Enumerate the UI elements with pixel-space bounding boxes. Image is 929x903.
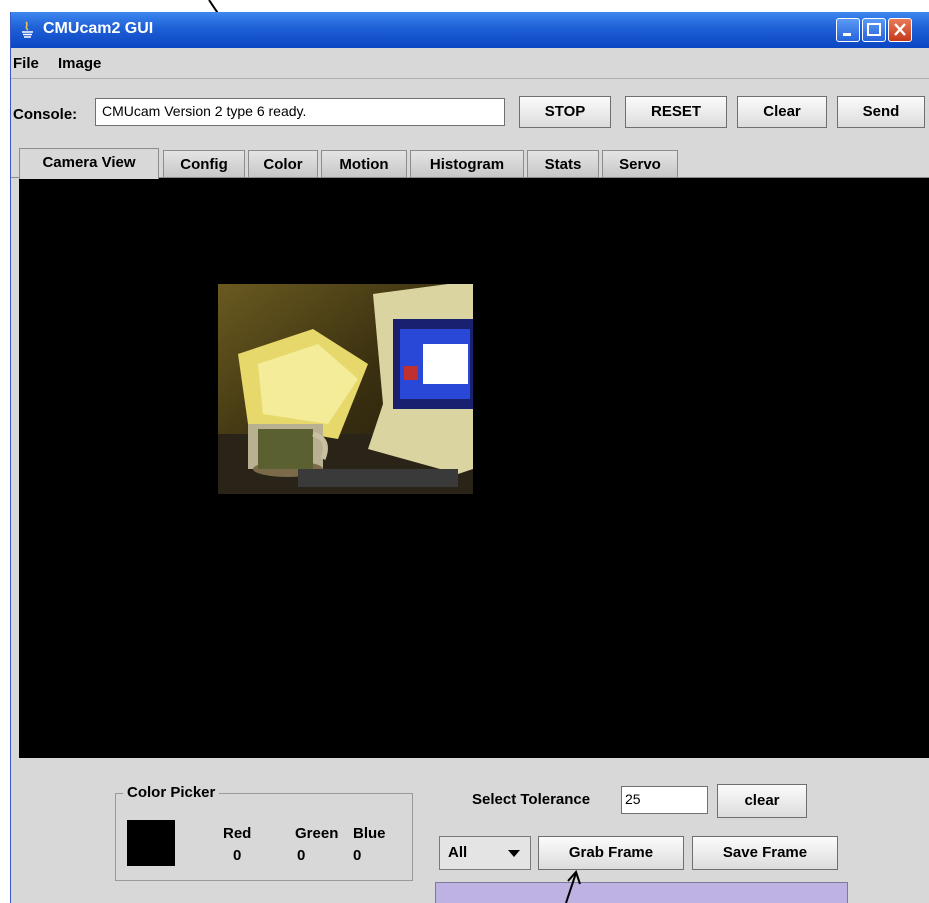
minimize-icon [843, 33, 851, 36]
color-swatch [127, 820, 175, 866]
green-value: 0 [297, 847, 306, 864]
red-value: 0 [233, 847, 242, 864]
camera-view[interactable] [19, 178, 929, 758]
app-window: CMUcam2 GUI File Image Console: CMUcam V… [10, 12, 929, 903]
java-icon [22, 21, 33, 38]
minimize-button[interactable] [836, 18, 860, 42]
close-icon [894, 23, 906, 36]
camera-frame-image [218, 284, 473, 494]
clear-console-button[interactable]: Clear [737, 96, 827, 128]
annotation-arrow-bottom [565, 870, 581, 903]
green-label: Green [295, 825, 339, 842]
maximize-button[interactable] [862, 18, 886, 42]
tab-motion[interactable]: Motion [321, 150, 407, 178]
save-frame-button[interactable]: Save Frame [692, 836, 838, 870]
title-bar[interactable]: CMUcam2 GUI [11, 12, 929, 48]
tab-config[interactable]: Config [163, 150, 245, 178]
frame-select-value: All [448, 844, 468, 861]
console-label: Console: [13, 106, 78, 123]
maximize-icon [867, 23, 881, 36]
tolerance-input[interactable]: 25 [621, 786, 708, 814]
stop-button[interactable]: STOP [519, 96, 611, 128]
color-picker-title: Color Picker [123, 784, 220, 801]
tab-bar: Camera View Config Color Motion Histogra… [11, 148, 929, 179]
red-label: Red [223, 825, 252, 842]
tab-stats[interactable]: Stats [527, 150, 599, 178]
console-input[interactable]: CMUcam Version 2 type 6 ready. [95, 98, 505, 126]
send-button[interactable]: Send [837, 96, 925, 128]
window-title: CMUcam2 GUI [43, 20, 154, 37]
menu-image[interactable]: Image [58, 55, 101, 72]
chevron-down-icon [508, 850, 520, 857]
close-button[interactable] [888, 18, 912, 42]
console-row: Console: CMUcam Version 2 type 6 ready. … [11, 96, 929, 130]
tab-servo[interactable]: Servo [602, 150, 678, 178]
menu-file[interactable]: File [13, 55, 39, 72]
clear-tolerance-button[interactable]: clear [717, 784, 807, 818]
tab-histogram[interactable]: Histogram [410, 150, 524, 178]
tab-camera-view[interactable]: Camera View [19, 148, 159, 179]
tab-color[interactable]: Color [248, 150, 318, 178]
blue-label: Blue [353, 825, 386, 842]
control-panel: Color Picker Red Green Blue 0 0 0 Select… [11, 758, 929, 903]
menu-bar: File Image [11, 48, 929, 79]
frame-select[interactable]: All [439, 836, 531, 870]
reset-button[interactable]: RESET [625, 96, 727, 128]
blue-value: 0 [353, 847, 362, 864]
tolerance-label: Select Tolerance [472, 791, 591, 808]
progress-bar [435, 882, 848, 903]
